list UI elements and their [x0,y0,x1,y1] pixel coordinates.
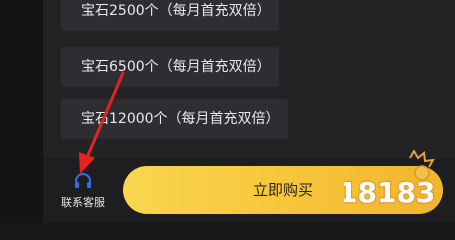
gem-option-label: 宝石2500个（每月首充双倍） [81,3,271,19]
left-sidebar-strip [0,0,43,223]
customer-service-button[interactable]: 联系客服 [50,172,116,216]
gem-option-6500[interactable]: 宝石6500个（每月首充双倍） [61,47,279,87]
buy-now-button[interactable]: 立即购买 [123,166,443,214]
customer-service-label: 联系客服 [61,196,105,209]
headset-icon [75,173,91,188]
gem-option-2500[interactable]: 宝石2500个（每月首充双倍） [61,0,279,31]
gem-option-label: 宝石6500个（每月首充双倍） [81,59,271,75]
gem-option-label: 宝石12000个（每月首充双倍） [81,111,280,127]
gem-option-12000[interactable]: 宝石12000个（每月首充双倍） [61,99,288,139]
